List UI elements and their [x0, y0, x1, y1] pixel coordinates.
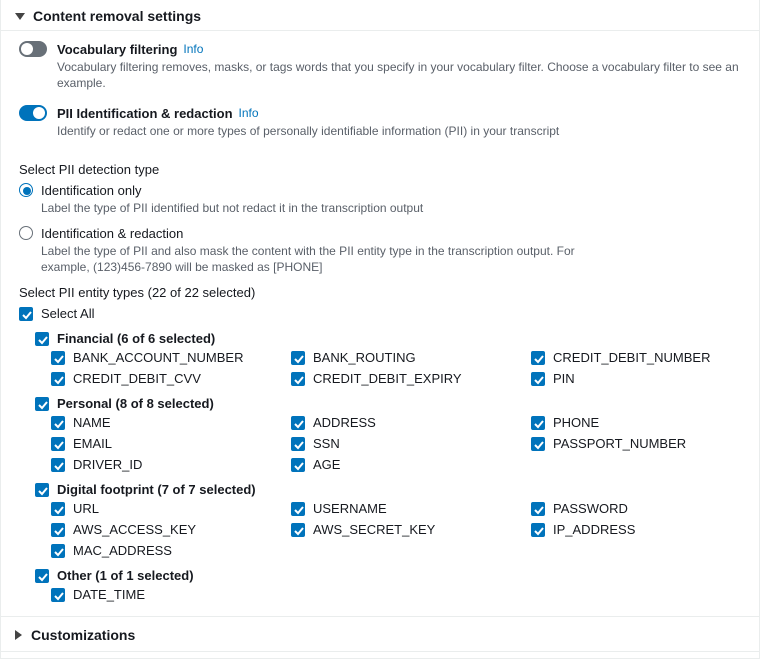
- entity-item: AWS_SECRET_KEY: [291, 522, 531, 537]
- entity-checkbox[interactable]: [51, 458, 65, 472]
- entity-item: DRIVER_ID: [51, 457, 291, 472]
- entity-checkbox[interactable]: [531, 416, 545, 430]
- entity-label: AGE: [313, 457, 340, 472]
- entity-label: PHONE: [553, 415, 599, 430]
- chevron-right-icon: [15, 630, 22, 640]
- entity-label: NAME: [73, 415, 111, 430]
- entity-item: CREDIT_DEBIT_CVV: [51, 371, 291, 386]
- radio-identification-only[interactable]: [19, 183, 33, 197]
- entity-types-heading: Select PII entity types (22 of 22 select…: [19, 285, 741, 300]
- entity-checkbox[interactable]: [291, 458, 305, 472]
- other-group-checkbox[interactable]: [35, 569, 49, 583]
- entity-checkbox[interactable]: [51, 588, 65, 602]
- entity-label: MAC_ADDRESS: [73, 543, 172, 558]
- entity-label: AWS_ACCESS_KEY: [73, 522, 196, 537]
- personal-group-checkbox[interactable]: [35, 397, 49, 411]
- digital-group-checkbox[interactable]: [35, 483, 49, 497]
- entity-label: ADDRESS: [313, 415, 376, 430]
- content-removal-header[interactable]: Content removal settings: [1, 0, 759, 31]
- entity-label: PIN: [553, 371, 575, 386]
- entity-checkbox[interactable]: [51, 523, 65, 537]
- pii-info-link[interactable]: Info: [239, 106, 259, 120]
- entity-checkbox[interactable]: [291, 372, 305, 386]
- entity-item: PHONE: [531, 415, 741, 430]
- entity-checkbox[interactable]: [291, 351, 305, 365]
- entity-label: CREDIT_DEBIT_EXPIRY: [313, 371, 462, 386]
- customizations-title: Customizations: [31, 627, 135, 643]
- other-group-label: Other (1 of 1 selected): [57, 568, 194, 583]
- entity-label: SSN: [313, 436, 340, 451]
- entity-item: PASSWORD: [531, 501, 741, 516]
- pii-desc: Identify or redact one or more types of …: [57, 123, 741, 139]
- entity-checkbox[interactable]: [291, 523, 305, 537]
- vocab-filter-info-link[interactable]: Info: [183, 42, 203, 56]
- entity-label: URL: [73, 501, 99, 516]
- entity-checkbox[interactable]: [51, 416, 65, 430]
- radio-identification-redaction[interactable]: [19, 226, 33, 240]
- radio-identification-only-label: Identification only: [41, 183, 141, 198]
- entity-checkbox[interactable]: [531, 372, 545, 386]
- customizations-header[interactable]: Customizations: [1, 616, 759, 652]
- personal-group-label: Personal (8 of 8 selected): [57, 396, 214, 411]
- financial-group-checkbox[interactable]: [35, 332, 49, 346]
- entity-checkbox[interactable]: [531, 351, 545, 365]
- entity-item: EMAIL: [51, 436, 291, 451]
- digital-group-label: Digital footprint (7 of 7 selected): [57, 482, 256, 497]
- entity-label: USERNAME: [313, 501, 387, 516]
- entity-checkbox[interactable]: [51, 437, 65, 451]
- entity-item: PASSPORT_NUMBER: [531, 436, 741, 451]
- entity-checkbox[interactable]: [291, 502, 305, 516]
- entity-label: AWS_SECRET_KEY: [313, 522, 435, 537]
- entity-item: AWS_ACCESS_KEY: [51, 522, 291, 537]
- entity-item: DATE_TIME: [51, 587, 291, 602]
- entity-label: DRIVER_ID: [73, 457, 142, 472]
- entity-item: CREDIT_DEBIT_NUMBER: [531, 350, 741, 365]
- entity-checkbox[interactable]: [531, 437, 545, 451]
- entity-checkbox[interactable]: [531, 502, 545, 516]
- vocab-filter-label: Vocabulary filtering: [57, 42, 177, 57]
- entity-label: BANK_ROUTING: [313, 350, 416, 365]
- entity-checkbox[interactable]: [51, 351, 65, 365]
- vocab-filter-toggle[interactable]: [19, 41, 47, 57]
- entity-item: BANK_ROUTING: [291, 350, 531, 365]
- entity-item: BANK_ACCOUNT_NUMBER: [51, 350, 291, 365]
- entity-label: PASSPORT_NUMBER: [553, 436, 686, 451]
- entity-item: PIN: [531, 371, 741, 386]
- select-all-checkbox[interactable]: [19, 307, 33, 321]
- entity-item: CREDIT_DEBIT_EXPIRY: [291, 371, 531, 386]
- entity-item: USERNAME: [291, 501, 531, 516]
- entity-item: NAME: [51, 415, 291, 430]
- pii-label: PII Identification & redaction: [57, 106, 233, 121]
- entity-item: IP_ADDRESS: [531, 522, 741, 537]
- entity-label: EMAIL: [73, 436, 112, 451]
- radio-identification-only-desc: Label the type of PII identified but not…: [41, 200, 601, 216]
- entity-label: BANK_ACCOUNT_NUMBER: [73, 350, 243, 365]
- entity-item: ADDRESS: [291, 415, 531, 430]
- entity-checkbox[interactable]: [51, 372, 65, 386]
- radio-identification-redaction-label: Identification & redaction: [41, 226, 183, 241]
- entity-label: CREDIT_DEBIT_NUMBER: [553, 350, 710, 365]
- content-removal-title: Content removal settings: [33, 8, 201, 24]
- entity-item: URL: [51, 501, 291, 516]
- entity-checkbox[interactable]: [531, 523, 545, 537]
- radio-identification-redaction-desc: Label the type of PII and also mask the …: [41, 243, 601, 275]
- entity-label: PASSWORD: [553, 501, 628, 516]
- detection-type-heading: Select PII detection type: [19, 162, 741, 177]
- chevron-down-icon: [15, 13, 25, 20]
- entity-checkbox[interactable]: [51, 544, 65, 558]
- entity-checkbox[interactable]: [291, 416, 305, 430]
- entity-item: AGE: [291, 457, 531, 472]
- pii-toggle[interactable]: [19, 105, 47, 121]
- entity-item: MAC_ADDRESS: [51, 543, 291, 558]
- entity-label: IP_ADDRESS: [553, 522, 635, 537]
- vocab-filter-desc: Vocabulary filtering removes, masks, or …: [57, 59, 741, 91]
- entity-label: DATE_TIME: [73, 587, 145, 602]
- select-all-label: Select All: [41, 306, 94, 321]
- entity-label: CREDIT_DEBIT_CVV: [73, 371, 201, 386]
- entity-checkbox[interactable]: [291, 437, 305, 451]
- entity-checkbox[interactable]: [51, 502, 65, 516]
- entity-item: SSN: [291, 436, 531, 451]
- financial-group-label: Financial (6 of 6 selected): [57, 331, 215, 346]
